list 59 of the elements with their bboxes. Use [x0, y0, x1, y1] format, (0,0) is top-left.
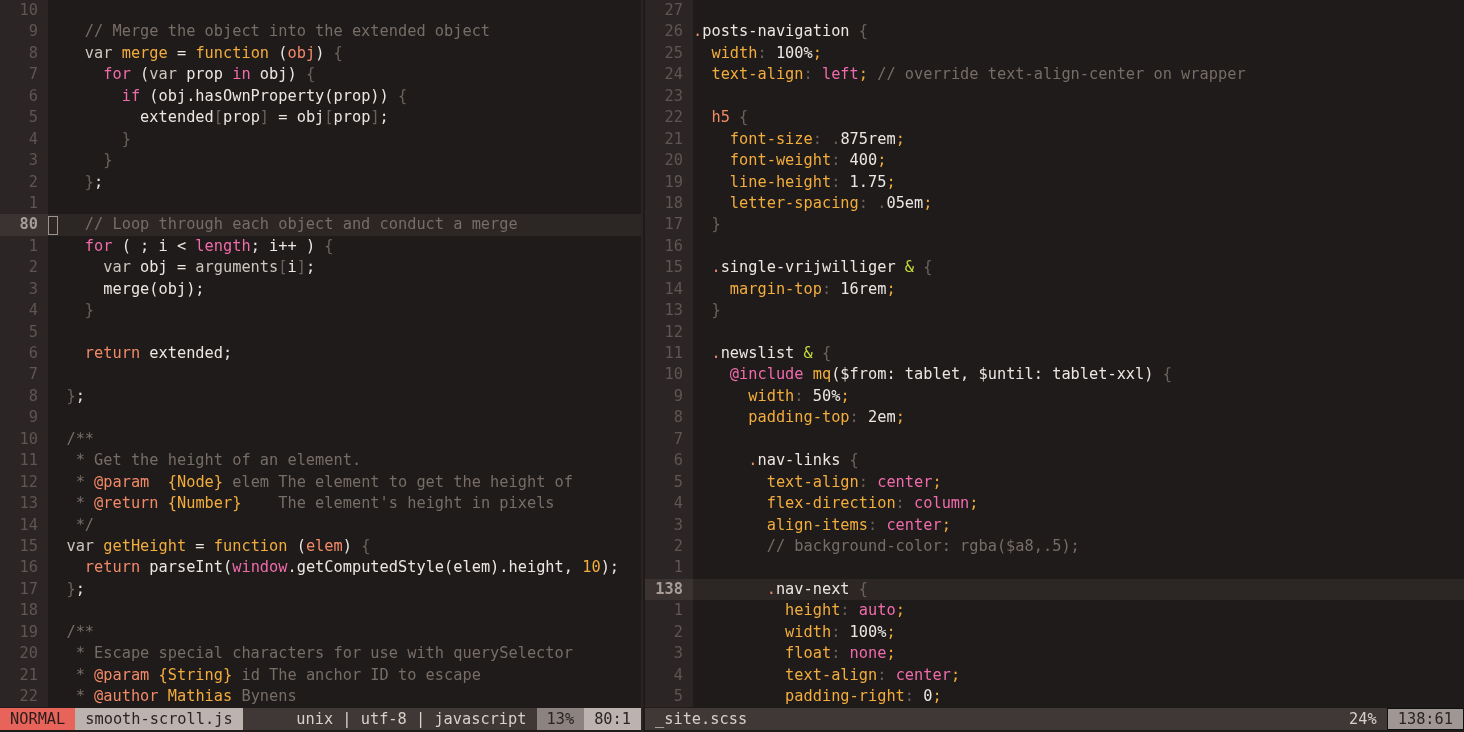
code-line: align-items: center; [765, 514, 952, 536]
code-line: font-size: .875rem; [728, 128, 906, 150]
code-line: height: auto; [784, 600, 906, 622]
code-line: var merge = function (obj) { [83, 42, 344, 64]
code-line: flex-direction: column; [765, 493, 980, 515]
code-line: font-weight: 400; [728, 150, 888, 172]
code-line: text-align: left; // override text-align-center on wrapper [710, 64, 1247, 86]
code-line: width: 100%; [710, 42, 823, 64]
code-line: margin-top: 16rem; [728, 278, 897, 300]
code-line: } [120, 128, 132, 150]
code-line: * @author Mathias Bynens [74, 686, 298, 707]
code-line: @include mq($from: tablet, $until: tablet-xxl) { [728, 364, 1173, 386]
code-line: .posts-navigation { [693, 21, 869, 43]
code-line: padding-top: 2em; [747, 407, 906, 429]
code-line: return extended; [83, 343, 234, 364]
line-number: 138 [645, 578, 693, 601]
code-line: }; [65, 385, 86, 407]
code-line: float: none; [784, 643, 897, 665]
code-line: .nav-links { [747, 450, 860, 472]
code-line: * @return {Number} The element's height in pixels [74, 493, 556, 515]
code-line: width: 50%; [747, 385, 851, 407]
code-line: text-align: center; [784, 664, 962, 686]
code-line: return parseInt(window.getComputedStyle(elem).height, 10); [83, 557, 621, 579]
code-line: /** [65, 428, 96, 450]
code-line: * @param {String} id The anchor ID to escape [74, 664, 482, 686]
code-line: if (obj.hasOwnProperty(prop)) { [120, 85, 409, 107]
code-line: padding-right: 0; [784, 686, 943, 707]
status-segment: 138:61 [1386, 708, 1464, 730]
code-line: // background-color: rgba($a8,.5); [765, 535, 1081, 557]
code-line: width: 100%; [784, 621, 897, 643]
status-segment: 13% [536, 708, 585, 730]
code-line: */ [74, 514, 96, 536]
code-line: } [83, 300, 96, 322]
code-line: text-align: center; [765, 471, 943, 493]
code-line: } [102, 150, 114, 172]
code-line: * Escape special characters for use with querySelector [74, 643, 574, 665]
status-segment: NORMAL [0, 708, 76, 730]
code-line: letter-spacing: .05em; [728, 192, 934, 214]
status-segment: smooth-scroll.js [75, 708, 243, 730]
code-line: var getHeight = function (elem) { [65, 535, 372, 557]
code-line: /** [65, 621, 96, 643]
code-line: .single-vrijwilliger & { [710, 257, 934, 279]
code-line: .newslist & { [710, 343, 833, 364]
code-line: h5 { [710, 107, 750, 129]
code-line: line-height: 1.75; [728, 171, 897, 193]
code-line: * @param {Node} elem The element to get the height of [74, 471, 574, 493]
code-line: * Get the height of an element. [74, 450, 363, 472]
status-segment: 80:1 [584, 708, 641, 730]
code-line: for ( ; i < length; i++ ) { [83, 235, 335, 257]
code-line: }; [65, 578, 86, 600]
code-line: } [710, 214, 722, 236]
code-line: var obj = arguments[i]; [102, 257, 317, 279]
code-line: extended[prop] = obj[prop]; [139, 107, 390, 129]
code-line: merge(obj); [102, 278, 206, 300]
code-line: for (var prop in obj) { [102, 64, 317, 86]
line-number: 80 [0, 214, 48, 236]
code-line: }; [83, 171, 105, 193]
code-line: } [710, 300, 722, 322]
code-line: // Merge the object into the extended object [83, 21, 492, 43]
